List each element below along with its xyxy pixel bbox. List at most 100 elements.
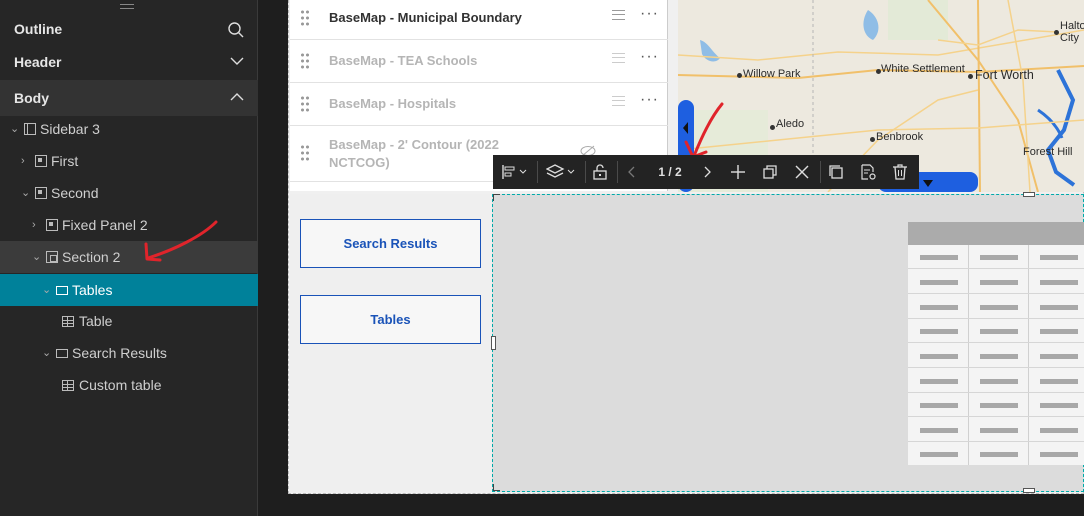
table-row[interactable] xyxy=(908,344,1084,368)
drag-handle-icon[interactable] xyxy=(300,52,310,70)
header-label: Header xyxy=(14,54,62,70)
remove-page-button[interactable] xyxy=(791,155,813,189)
body-section-toggle[interactable]: Body xyxy=(0,80,258,116)
previous-page-button[interactable] xyxy=(623,155,641,189)
outline-panel: Outline Header Body ⌄ Sidebar 3 › First … xyxy=(0,0,258,516)
layer-item[interactable]: BaseMap - TEA Schools ··· xyxy=(290,40,668,83)
edit-settings-button[interactable] xyxy=(857,155,879,189)
page-indicator: 1 / 2 xyxy=(658,165,682,179)
map-label: Willow Park xyxy=(743,68,801,80)
map-marker xyxy=(1054,30,1059,35)
view-icon xyxy=(56,285,68,295)
layer-name: BaseMap - Hospitals xyxy=(329,96,457,111)
layers-dropdown[interactable] xyxy=(545,155,579,189)
layer-name: BaseMap - Municipal Boundary xyxy=(329,10,522,25)
layer-name: BaseMap - TEA Schools xyxy=(329,53,478,68)
table-row[interactable] xyxy=(908,442,1084,466)
delete-button[interactable] xyxy=(889,155,911,189)
drag-handle-icon[interactable] xyxy=(300,95,310,113)
table-row[interactable] xyxy=(908,369,1084,393)
map-label: Benbrook xyxy=(876,131,924,143)
search-icon[interactable] xyxy=(228,22,244,41)
corner-handle[interactable] xyxy=(493,194,500,201)
table-widget[interactable] xyxy=(908,222,1084,465)
legend-icon[interactable] xyxy=(612,96,625,106)
tree-item-label: Custom table xyxy=(79,377,162,393)
layer-item[interactable]: BaseMap - Municipal Boundary ··· xyxy=(290,0,668,40)
map-label: White Settlement xyxy=(881,63,965,75)
map-marker xyxy=(870,137,875,142)
table-row[interactable] xyxy=(908,418,1084,442)
drag-handle-icon[interactable] xyxy=(300,9,310,27)
tree-item-label: Sidebar 3 xyxy=(40,121,100,137)
panel-icon xyxy=(35,187,47,199)
chevron-down-icon[interactable]: ⌄ xyxy=(21,188,31,199)
search-results-button[interactable]: Search Results xyxy=(300,219,481,268)
tree-item-label: Tables xyxy=(72,282,113,298)
tree-item-label: Second xyxy=(51,185,99,201)
section-2-view[interactable] xyxy=(492,194,1084,492)
legend-icon[interactable] xyxy=(612,53,625,63)
resize-handle[interactable] xyxy=(1023,488,1035,493)
tree-item-custom-table[interactable]: Custom table xyxy=(0,369,258,401)
tree-item-label: Section 2 xyxy=(62,249,121,265)
chevron-right-icon[interactable]: › xyxy=(21,156,31,167)
chevron-down-icon xyxy=(230,54,244,71)
section-icon xyxy=(46,251,58,263)
tree-item-label: Table xyxy=(79,313,113,329)
outline-title: Outline xyxy=(14,21,63,37)
body-label: Body xyxy=(14,90,49,106)
chevron-right-icon[interactable]: › xyxy=(32,220,42,231)
tree-item-second[interactable]: ⌄ Second xyxy=(0,177,258,209)
panel-icon xyxy=(35,155,47,167)
map-label: Aledo xyxy=(776,118,805,130)
sidebar-icon xyxy=(24,123,36,135)
chevron-down-icon[interactable]: ⌄ xyxy=(42,285,52,296)
close-icon xyxy=(795,165,809,179)
tree-item-label: First xyxy=(51,153,79,169)
unlock-button[interactable] xyxy=(589,155,611,189)
chevron-down-icon[interactable]: ⌄ xyxy=(42,348,52,359)
table-icon xyxy=(62,315,74,327)
tree-item-sidebar-3[interactable]: ⌄ Sidebar 3 xyxy=(0,113,258,145)
panel-grip[interactable] xyxy=(120,4,134,9)
table-row[interactable] xyxy=(908,295,1084,319)
header-section-toggle[interactable]: Header xyxy=(0,44,258,80)
chevron-down-icon[interactable]: ⌄ xyxy=(32,252,42,263)
copy-button[interactable] xyxy=(825,155,847,189)
add-page-button[interactable] xyxy=(727,155,749,189)
map-label: Haltom City xyxy=(1060,20,1084,44)
resize-handle[interactable] xyxy=(1023,192,1035,197)
trash-icon xyxy=(893,164,907,180)
drag-handle-icon[interactable] xyxy=(300,144,310,162)
copy-icon xyxy=(829,165,843,179)
tree-item-tables[interactable]: ⌄ Tables xyxy=(0,274,258,306)
table-row[interactable] xyxy=(908,270,1084,294)
chevron-up-icon xyxy=(230,90,244,107)
next-page-button[interactable] xyxy=(698,155,716,189)
table-icon xyxy=(62,379,74,391)
layer-item[interactable]: BaseMap - Hospitals ··· xyxy=(290,83,668,126)
tree-item-first[interactable]: › First xyxy=(0,145,258,177)
unlock-icon xyxy=(593,164,607,180)
app-window: Outline Header Body ⌄ Sidebar 3 › First … xyxy=(0,0,1084,516)
resize-handle[interactable] xyxy=(491,336,496,350)
align-dropdown[interactable] xyxy=(499,155,531,189)
table-row[interactable] xyxy=(908,245,1084,269)
corner-handle[interactable] xyxy=(493,484,500,491)
tables-button[interactable]: Tables xyxy=(300,295,481,344)
table-row[interactable] xyxy=(908,393,1084,417)
table-row[interactable] xyxy=(908,319,1084,343)
more-options-icon[interactable]: ··· xyxy=(640,48,659,66)
chevron-left-icon xyxy=(628,166,635,178)
duplicate-page-button[interactable] xyxy=(759,155,781,189)
tree-item-search-results[interactable]: ⌄ Search Results xyxy=(0,337,258,369)
chevron-down-icon[interactable]: ⌄ xyxy=(10,124,20,135)
tree-item-label: Search Results xyxy=(72,345,167,361)
map-label: Forest Hill xyxy=(1023,146,1073,158)
legend-icon[interactable] xyxy=(612,10,625,20)
table-header xyxy=(908,222,1084,245)
tree-item-table[interactable]: Table xyxy=(0,305,258,337)
more-options-icon[interactable]: ··· xyxy=(640,91,659,109)
more-options-icon[interactable]: ··· xyxy=(640,5,659,23)
